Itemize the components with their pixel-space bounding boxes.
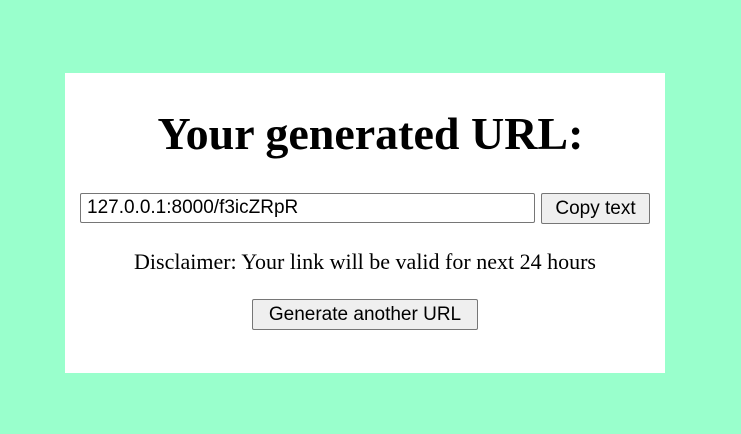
generate-another-url-button[interactable]: Generate another URL — [252, 299, 478, 330]
generated-url-input[interactable] — [80, 193, 535, 223]
disclaimer-text: Disclaimer: Your link will be valid for … — [134, 249, 596, 274]
copy-text-button[interactable]: Copy text — [541, 193, 650, 224]
page-title: Your generated URL: — [157, 108, 584, 159]
